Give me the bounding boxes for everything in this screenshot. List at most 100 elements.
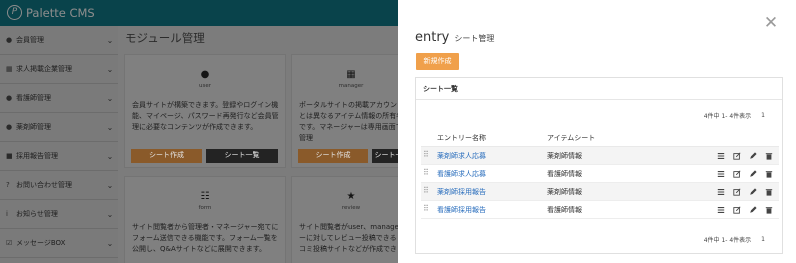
form-icon: ☷ [200,191,210,202]
module-description: サイト閲覧者がuser、manager ーに対してレビュー投稿できる コミ投稿サ… [299,223,398,253]
item-sheet-name: 看護師情報 [547,170,582,178]
sidebar-item-hiring-reports[interactable]: ■ 採用報告管理 ⌄ [0,142,118,171]
pagination-top: 4件中 1- 4件表示 1 [704,111,765,120]
pagination-summary: 4件中 1- 4件表示 [703,113,752,120]
drag-handle-icon[interactable]: ⠿ [423,187,429,195]
edit-square-icon[interactable] [731,150,743,161]
sheet-list-button[interactable]: シート一覧 [206,149,278,163]
chevron-down-icon: ⌄ [106,122,114,132]
sidebar-item-notices[interactable]: i お知らせ管理 ⌄ [0,200,118,229]
chevron-down-icon: ⌄ [106,93,114,103]
briefcase-icon: ■ [6,152,13,160]
column-header-entry-name: エントリー名称 [437,134,486,142]
module-card-review: ★ review サイト閲覧者がuser、manager ーに対してレビュー投稿… [291,176,398,263]
sidebar-item-label: お知らせ管理 [16,210,58,218]
module-name: user [199,83,211,89]
pencil-icon[interactable] [747,168,759,179]
drag-handle-icon[interactable]: ⠿ [423,205,429,213]
table-header: エントリー名称 アイテムシート [421,129,779,147]
drag-handle-icon[interactable]: ⠿ [423,169,429,177]
building-icon: ▦ [6,65,13,73]
chevron-down-icon: ⌄ [106,151,114,161]
item-sheet-name: 看護師情報 [547,206,582,214]
sidebar-item-members[interactable]: ● 会員管理 ⌄ [0,26,118,55]
chevron-down-icon: ⌄ [106,209,114,219]
create-sheet-button[interactable]: シート作成 [298,149,368,163]
checkbox-icon: ☑ [6,239,13,247]
sidebar: ● 会員管理 ⌄ ▦ 求人掲載企業管理 ⌄ ● 看護師管理 ⌄ ● 薬剤師管理 … [0,26,118,263]
module-name: manager [338,83,364,89]
create-sheet-button[interactable]: シート作成 [131,149,202,163]
module-management-page: モジュール管理 ● user 会員サイトが構築できます。登録やログイン機 能、マ… [118,26,398,263]
entry-name-link[interactable]: 看護師採用報告 [437,205,486,215]
module-card-form: ☷ form サイト閲覧者から管理者・マネージャー宛てに フォーム送信できる機能… [124,176,286,263]
column-header-item-sheet: アイテムシート [547,134,596,142]
new-sheet-button[interactable]: 新規作成 [416,53,459,70]
info-circle-icon: i [6,210,8,218]
palette-icon: P [7,5,22,20]
pencil-icon[interactable] [747,150,759,161]
list-icon[interactable] [715,186,727,197]
page-link[interactable]: 1 [761,236,765,243]
module-name: review [341,205,361,211]
row-actions [711,204,775,215]
trash-icon[interactable] [763,168,775,179]
row-actions [711,150,775,161]
drag-handle-icon[interactable]: ⠿ [423,151,429,159]
person-icon: ● [6,123,13,131]
module-card-user: ● user 会員サイトが構築できます。登録やログイン機 能、マイページ、パスワ… [124,54,286,168]
page-link[interactable]: 1 [761,112,765,119]
row-actions [711,186,775,197]
star-icon: ★ [346,191,356,202]
drawer-title: entry シート管理 [415,30,494,45]
panel-title: シート一覧 [416,78,782,100]
sheet-list-button[interactable]: シート一覧 [372,149,398,163]
sidebar-item-nurses[interactable]: ● 看護師管理 ⌄ [0,84,118,113]
chevron-down-icon: ⌄ [106,64,114,74]
chevron-down-icon: ⌄ [106,180,114,190]
trash-icon[interactable] [763,186,775,197]
item-sheet-name: 薬剤師情報 [547,188,582,196]
module-description: サイト閲覧者から管理者・マネージャー宛てに フォーム送信できる機能です。フォーム… [132,223,279,253]
sidebar-item-message-box[interactable]: ☑ メッセージBOX ⌄ [0,229,118,258]
edit-square-icon[interactable] [731,186,743,197]
list-icon[interactable] [715,168,727,179]
chevron-down-icon: ⌄ [106,238,114,248]
trash-icon[interactable] [763,150,775,161]
page-title: モジュール管理 [125,31,205,45]
sidebar-item-companies[interactable]: ▦ 求人掲載企業管理 ⌄ [0,55,118,84]
entry-name-link[interactable]: 薬剤師求人応募 [437,151,486,161]
sidebar-item-label: お問い合わせ管理 [16,181,72,189]
app-name: Palette CMS [26,5,95,20]
edit-square-icon[interactable] [731,168,743,179]
sidebar-item-pharmacists[interactable]: ● 薬剤師管理 ⌄ [0,113,118,142]
trash-icon[interactable] [763,204,775,215]
table-row: ⠿ 看護師求人応募 看護師情報 [421,165,779,183]
entry-name-link[interactable]: 看護師求人応募 [437,169,486,179]
sidebar-item-label: 薬剤師管理 [16,123,51,131]
drawer-subtitle: シート管理 [454,34,495,43]
list-icon[interactable] [715,150,727,161]
module-description: ポータルサイトの掲載アカウント とは異なるアイテム情報の所有者 です。マネージャ… [299,101,398,142]
pencil-icon[interactable] [747,186,759,197]
sheet-list-panel: シート一覧 4件中 1- 4件表示 1 エントリー名称 アイテムシート ⠿ 薬剤… [415,77,783,254]
sidebar-item-label: メッセージBOX [16,239,66,247]
sidebar-item-label: 求人掲載企業管理 [16,65,72,73]
module-name: form [198,205,212,211]
chevron-down-icon: ⌄ [106,35,114,45]
sidebar-item-inquiries[interactable]: ? お問い合わせ管理 ⌄ [0,171,118,200]
item-sheet-name: 薬剤師情報 [547,152,582,160]
sheet-management-drawer: ✕ entry シート管理 新規作成 シート一覧 4件中 1- 4件表示 1 エ… [398,0,796,263]
edit-square-icon[interactable] [731,204,743,215]
person-icon: ● [6,94,13,102]
table-row: ⠿ 薬剤師採用報告 薬剤師情報 [421,183,779,201]
app-logo[interactable]: P Palette CMS [7,5,95,20]
pencil-icon[interactable] [747,204,759,215]
list-icon[interactable] [715,204,727,215]
sidebar-item-label: 採用報告管理 [16,152,58,160]
question-circle-icon: ? [6,181,10,189]
module-title: entry [415,30,450,45]
table-row: ⠿ 薬剤師求人応募 薬剤師情報 [421,147,779,165]
close-icon[interactable]: ✕ [761,13,781,33]
entry-name-link[interactable]: 薬剤師採用報告 [437,187,486,197]
